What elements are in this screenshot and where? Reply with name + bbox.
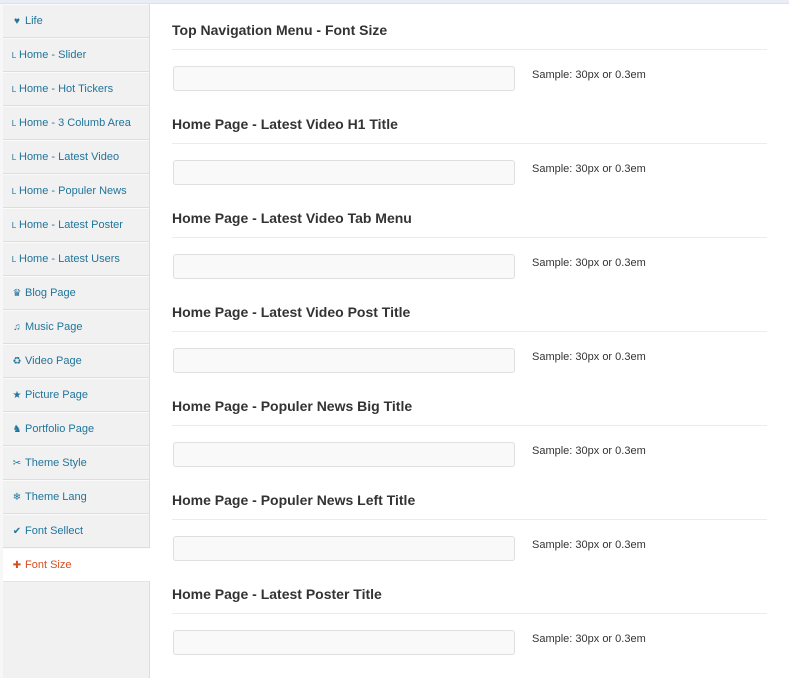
sidebar-item-portfolio-page[interactable]: ♞ Portfolio Page <box>3 412 149 446</box>
checkmark-icon: ✔ <box>12 526 22 537</box>
music-note-icon: ♫ <box>13 322 21 333</box>
crown-icon: ♛ <box>12 288 22 299</box>
sample-hint: Sample: 30px or 0.3em <box>532 69 646 81</box>
sample-hint: Sample: 30px or 0.3em <box>532 539 646 551</box>
sidebar-item-theme-lang[interactable]: ❄ Theme Lang <box>3 480 149 514</box>
setting-title: Home Page - Populer News Big Title <box>172 398 413 414</box>
divider <box>172 331 767 332</box>
sidebar-item-theme-style[interactable]: ✂ Theme Style <box>3 446 149 480</box>
sidebar-item-home-populer-news[interactable]: L Home - Populer News <box>3 174 149 208</box>
font-size-setting: Home Page - Populer News Big Title Sample… <box>172 376 767 470</box>
font-size-setting: Home Page - Latest Video H1 Title Sample:… <box>172 94 767 188</box>
setting-title: Home Page - Populer News Left Title <box>172 492 416 508</box>
sample-hint: Sample: 30px or 0.3em <box>532 163 646 175</box>
scissors-icon: ✂ <box>12 458 22 469</box>
font-size-setting: Top Navigation Menu - Font Size Sample: 3… <box>172 0 767 94</box>
sidebar-item-home-slider[interactable]: L Home - Slider <box>3 38 149 72</box>
plus-icon: ✚ <box>12 560 22 571</box>
sidebar-item-label: Font Size <box>25 559 72 571</box>
sidebar-item-home-latest-video[interactable]: L Home - Latest Video <box>3 140 149 174</box>
divider <box>172 143 767 144</box>
font-size-input[interactable] <box>173 254 515 279</box>
snowflake-icon: ❄ <box>12 492 22 503</box>
sample-hint: Sample: 30px or 0.3em <box>532 351 646 363</box>
sub-indent-icon: L <box>11 255 17 264</box>
sub-indent-icon: L <box>11 51 17 60</box>
sidebar-item-font-sellect[interactable]: ✔ Font Sellect <box>3 514 149 548</box>
sidebar-item-font-size[interactable]: ✚ Font Size <box>3 548 150 582</box>
divider <box>172 425 767 426</box>
font-size-setting: Home Page - Latest Video Post Title Sampl… <box>172 282 767 376</box>
font-size-input[interactable] <box>173 630 515 655</box>
heart-icon: ♥ <box>14 16 20 27</box>
font-size-input[interactable] <box>173 536 515 561</box>
font-size-setting: Home Page - Latest Video Tab Menu Sample:… <box>172 188 767 282</box>
options-sidebar: ♥ Life L Home - Slider L Home - Hot Tickers L H… <box>3 4 150 678</box>
divider <box>172 49 767 50</box>
chess-knight-icon: ♞ <box>12 424 22 435</box>
sidebar-item-label: Font Sellect <box>25 525 84 537</box>
sidebar-item-home-3-columb-area[interactable]: L Home - 3 Columb Area <box>3 106 149 140</box>
sidebar-item-label: Life <box>25 15 43 27</box>
setting-title: Home Page - Latest Poster Title <box>172 586 382 602</box>
sidebar-item-label: Home - Hot Tickers <box>19 83 114 95</box>
sidebar-item-label: Music Page <box>25 321 83 333</box>
sub-indent-icon: L <box>11 85 17 94</box>
divider <box>172 237 767 238</box>
sub-indent-icon: L <box>11 119 17 128</box>
setting-title: Home Page - Latest Video Tab Menu <box>172 210 412 226</box>
sidebar-item-label: Home - Populer News <box>19 185 127 197</box>
sidebar-item-label: Home - Latest Poster <box>19 219 123 231</box>
sidebar-item-music-page[interactable]: ♫ Music Page <box>3 310 149 344</box>
sub-indent-icon: L <box>11 153 17 162</box>
font-size-setting: Home Page - Latest Poster Title Sample: 3… <box>172 564 767 658</box>
sidebar-item-label: Home - Slider <box>19 49 87 61</box>
font-size-input[interactable] <box>173 348 515 373</box>
font-size-options-panel: Top Navigation Menu - Font Size Sample: 3… <box>172 0 767 658</box>
sidebar-item-label: Theme Lang <box>25 491 87 503</box>
setting-title: Top Navigation Menu - Font Size <box>172 22 388 38</box>
sidebar-item-home-latest-poster[interactable]: L Home - Latest Poster <box>3 208 149 242</box>
sidebar-item-label: Home - Latest Users <box>19 253 120 265</box>
sidebar-item-label: Home - 3 Columb Area <box>19 117 131 129</box>
sidebar-item-home-latest-users[interactable]: L Home - Latest Users <box>3 242 149 276</box>
sidebar-item-label: Blog Page <box>25 287 76 299</box>
font-size-input[interactable] <box>173 66 515 91</box>
divider <box>172 613 767 614</box>
sidebar-item-label: Video Page <box>25 355 82 367</box>
sub-indent-icon: L <box>11 187 17 196</box>
sidebar-item-picture-page[interactable]: ★ Picture Page <box>3 378 149 412</box>
sample-hint: Sample: 30px or 0.3em <box>532 445 646 457</box>
sample-hint: Sample: 30px or 0.3em <box>532 633 646 645</box>
star-icon: ★ <box>12 390 22 401</box>
sample-hint: Sample: 30px or 0.3em <box>532 257 646 269</box>
sub-indent-icon: L <box>11 221 17 230</box>
recycle-icon: ♻ <box>12 356 22 367</box>
sidebar-item-label: Theme Style <box>25 457 87 469</box>
font-size-input[interactable] <box>173 442 515 467</box>
sidebar-item-label: Portfolio Page <box>25 423 95 435</box>
setting-title: Home Page - Latest Video Post Title <box>172 304 411 320</box>
setting-title: Home Page - Latest Video H1 Title <box>172 116 398 132</box>
sidebar-item-label: Picture Page <box>25 389 88 401</box>
sidebar-item-video-page[interactable]: ♻ Video Page <box>3 344 149 378</box>
sidebar-item-life[interactable]: ♥ Life <box>3 4 149 38</box>
sidebar-item-home-hot-tickers[interactable]: L Home - Hot Tickers <box>3 72 149 106</box>
divider <box>172 519 767 520</box>
sidebar-item-label: Home - Latest Video <box>19 151 120 163</box>
font-size-setting: Home Page - Populer News Left Title Sampl… <box>172 470 767 564</box>
sidebar-item-blog-page[interactable]: ♛ Blog Page <box>3 276 149 310</box>
font-size-input[interactable] <box>173 160 515 185</box>
